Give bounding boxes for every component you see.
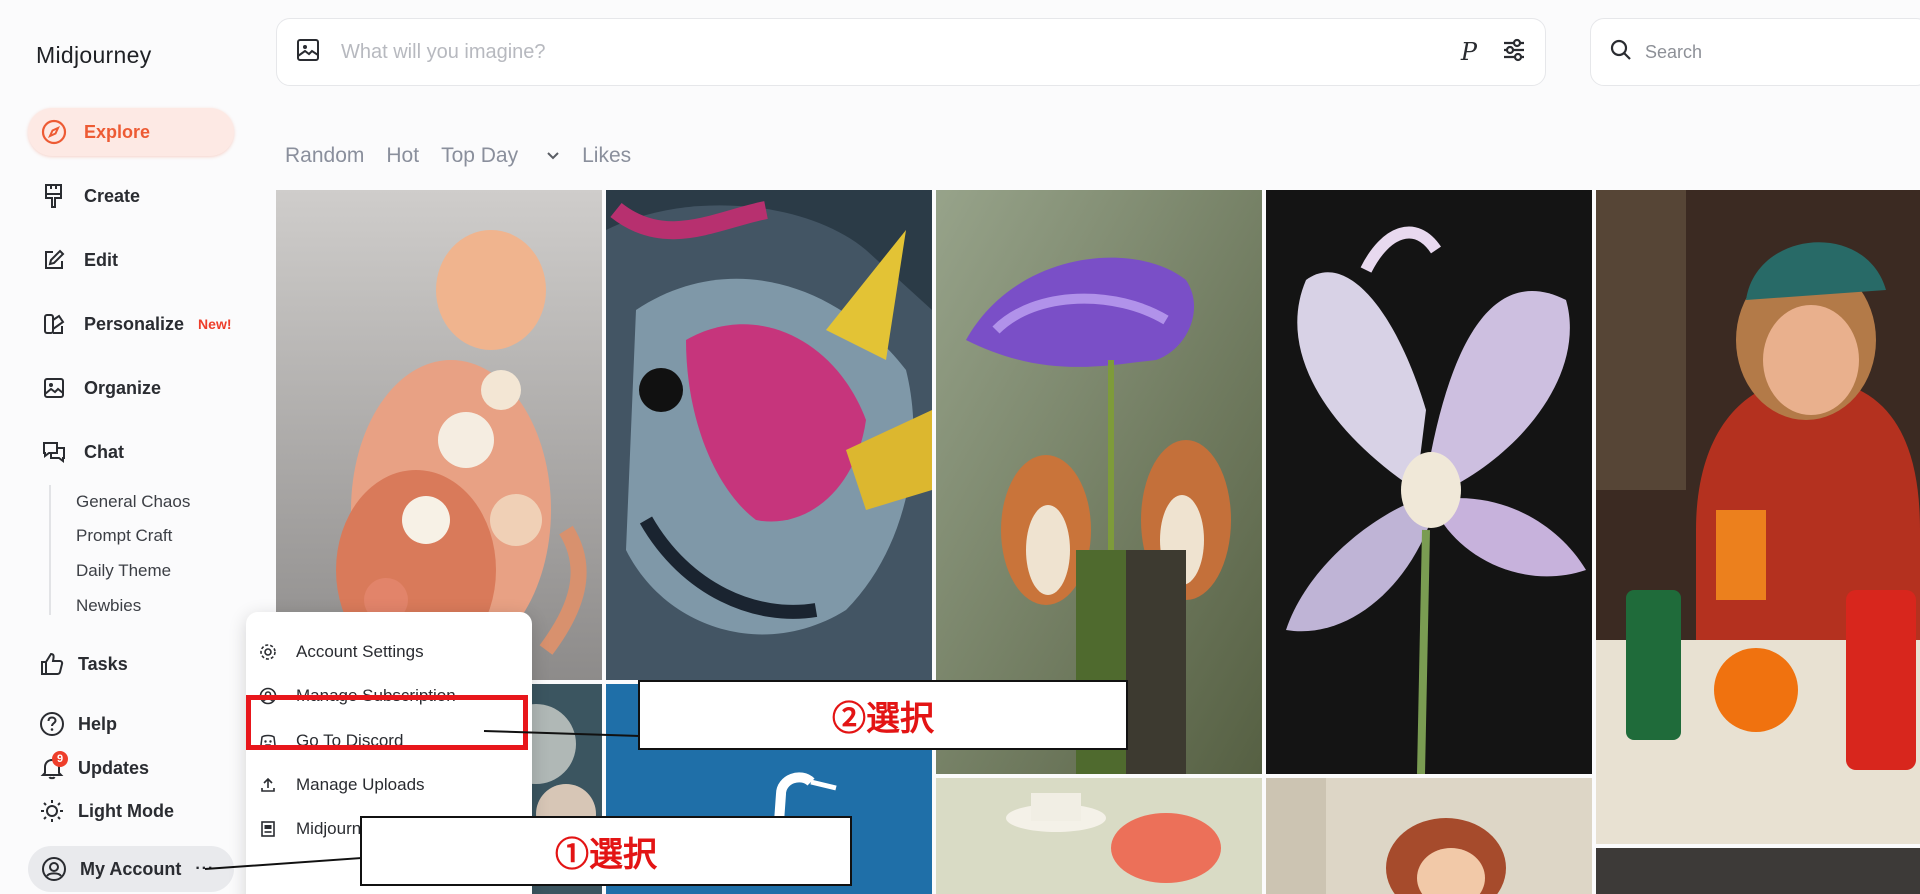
nav-tasks-label: Tasks [78,653,128,674]
nav-organize-label: Organize [84,377,162,398]
new-badge: New! [198,316,232,332]
nav-chat-label: Chat [84,441,124,462]
more-icon[interactable]: ··· [195,860,214,878]
nav-tasks[interactable]: Tasks [38,646,128,682]
nav-personalize[interactable]: Personalize New! [28,300,234,348]
gallery-image-flower-cat[interactable] [276,190,602,680]
search-bar[interactable]: Search [1590,18,1920,86]
sidebar: Midjourney Explore Create Edit Personali… [0,0,260,894]
imagine-input[interactable]: What will you imagine? [341,41,1461,64]
settings-sliders-icon[interactable] [1501,37,1527,68]
filter-likes[interactable]: Likes [582,144,631,168]
nav-organize[interactable]: Organize [28,364,234,412]
nav-updates-label: Updates [78,757,150,778]
gallery-image-boy-drawing[interactable] [1596,190,1920,844]
light-mode-label: Light Mode [78,800,174,821]
updates-count-badge: 9 [52,751,68,767]
chat-room-prompt-craft[interactable]: Prompt Craft [76,526,172,546]
callout-step-2: ②選択 [638,680,1128,750]
user-circle-icon [40,855,68,883]
nav-explore[interactable]: Explore [28,108,234,156]
nav-explore-label: Explore [84,121,151,142]
upload-icon [258,775,278,795]
help-icon [38,710,66,738]
gallery-image-dark[interactable] [1596,848,1920,894]
filter-top-day-label: Top Day [441,144,519,167]
gallery-image-anime-girl[interactable] [1266,778,1592,894]
search-input[interactable]: Search [1645,42,1702,63]
app-logo[interactable]: Midjourney [36,42,152,69]
nav-updates[interactable]: 9 Updates [38,750,149,786]
search-icon [1609,38,1633,67]
nav-help[interactable]: Help [38,706,117,742]
menu-account-settings[interactable]: Account Settings [258,634,424,670]
midjourney-explore-page: Midjourney Explore Create Edit Personali… [0,0,1920,894]
gallery-image-typography-rhino[interactable] [606,190,932,680]
nav-edit-label: Edit [84,249,118,270]
nav-edit[interactable]: Edit [28,236,234,284]
compass-icon [40,118,68,146]
thumbs-up-icon [38,650,66,678]
gallery-image-hats[interactable] [936,778,1262,894]
nav-create-label: Create [84,185,141,206]
my-account-label: My Account [80,858,182,879]
image-upload-icon[interactable] [295,37,321,68]
brush-icon [40,182,68,210]
filter-top-day[interactable]: Top Day [441,144,560,168]
edit-icon [40,246,68,274]
nav-chat[interactable]: Chat [28,428,234,476]
highlight-go-to-discord [246,695,528,750]
bell-icon: 9 [38,751,68,782]
nav-create[interactable]: Create [28,172,234,220]
gallery-image-crystal-flower[interactable] [1266,190,1592,774]
feed-filters: Random Hot Top Day Likes [285,140,653,172]
nav-help-label: Help [78,713,118,734]
sun-icon [38,797,66,825]
callout-step-1: ①選択 [360,816,852,886]
my-account-button[interactable]: My Account ··· [28,846,234,892]
gear-icon [258,642,278,662]
image-icon [40,374,68,402]
chat-room-newbies[interactable]: Newbies [76,596,141,616]
filter-hot[interactable]: Hot [386,144,419,168]
imagine-bar: What will you imagine? P [276,18,1546,86]
nav-personalize-label: Personalize [84,313,185,334]
chat-room-general-chaos[interactable]: General Chaos [76,492,190,512]
filter-random[interactable]: Random [285,144,364,168]
magazine-icon [258,819,278,839]
menu-manage-uploads[interactable]: Manage Uploads [258,767,425,803]
chat-icon [40,438,68,466]
menu-manage-uploads-label: Manage Uploads [296,775,425,794]
chevron-down-icon [547,152,559,160]
callout-step-1-text: ①選択 [555,835,657,874]
menu-account-settings-label: Account Settings [296,642,424,661]
callout-step-2-text: ②選択 [832,699,934,738]
palette-icon [40,310,68,338]
light-mode-toggle[interactable]: Light Mode [38,793,174,829]
chat-rooms-divider [49,485,51,615]
personalize-toggle[interactable]: P [1461,38,1477,66]
chat-room-daily-theme[interactable]: Daily Theme [76,561,171,581]
